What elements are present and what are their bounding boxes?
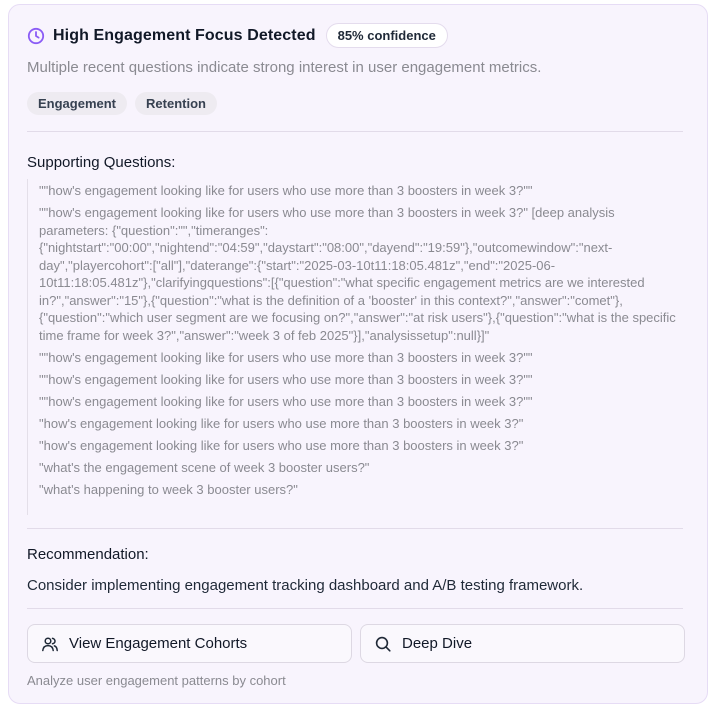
question-item: ""how's engagement looking like for user… bbox=[39, 349, 533, 365]
question-item: "how's engagement looking like for users… bbox=[39, 437, 524, 453]
divider bbox=[27, 131, 683, 132]
question-item: ""how's engagement looking like for user… bbox=[39, 393, 533, 409]
question-item: "what's the engagement scene of week 3 b… bbox=[39, 459, 370, 475]
confidence-badge: 85% confidence bbox=[325, 23, 448, 48]
view-engagement-cohorts-label: View Engagement Cohorts bbox=[69, 635, 248, 652]
view-engagement-cohorts-button[interactable]: View Engagement Cohorts bbox=[27, 624, 352, 663]
footer-note: Analyze user engagement patterns by coho… bbox=[27, 673, 286, 688]
supporting-questions-list: ""how's engagement looking like for user… bbox=[27, 179, 685, 515]
deep-dive-button[interactable]: Deep Dive bbox=[360, 624, 685, 663]
users-icon bbox=[41, 635, 59, 653]
action-buttons: View Engagement Cohorts Deep Dive bbox=[27, 624, 685, 663]
recommendation-label: Recommendation: bbox=[27, 546, 149, 563]
insight-card: High Engagement Focus Detected 85% confi… bbox=[8, 4, 708, 704]
deep-dive-label: Deep Dive bbox=[402, 635, 473, 652]
tag-engagement: Engagement bbox=[27, 92, 128, 115]
clock-icon bbox=[27, 27, 45, 45]
search-icon bbox=[374, 635, 392, 653]
card-subtitle: Multiple recent questions indicate stron… bbox=[27, 59, 542, 76]
question-item: ""how's engagement looking like for user… bbox=[39, 183, 533, 198]
supporting-questions-label: Supporting Questions: bbox=[27, 154, 176, 171]
recommendation-text: Consider implementing engagement trackin… bbox=[27, 577, 584, 594]
divider bbox=[27, 608, 683, 609]
question-item: ""how's engagement looking like for user… bbox=[39, 205, 676, 343]
tag-list: Engagement Retention bbox=[27, 92, 217, 115]
card-header: High Engagement Focus Detected 85% confi… bbox=[27, 23, 448, 48]
divider bbox=[27, 528, 683, 529]
tag-retention: Retention bbox=[135, 92, 217, 115]
question-item: ""how's engagement looking like for user… bbox=[39, 371, 533, 387]
question-item: "how's engagement looking like for users… bbox=[39, 415, 524, 431]
card-title: High Engagement Focus Detected bbox=[53, 26, 316, 44]
question-item: "what's happening to week 3 booster user… bbox=[39, 481, 298, 497]
